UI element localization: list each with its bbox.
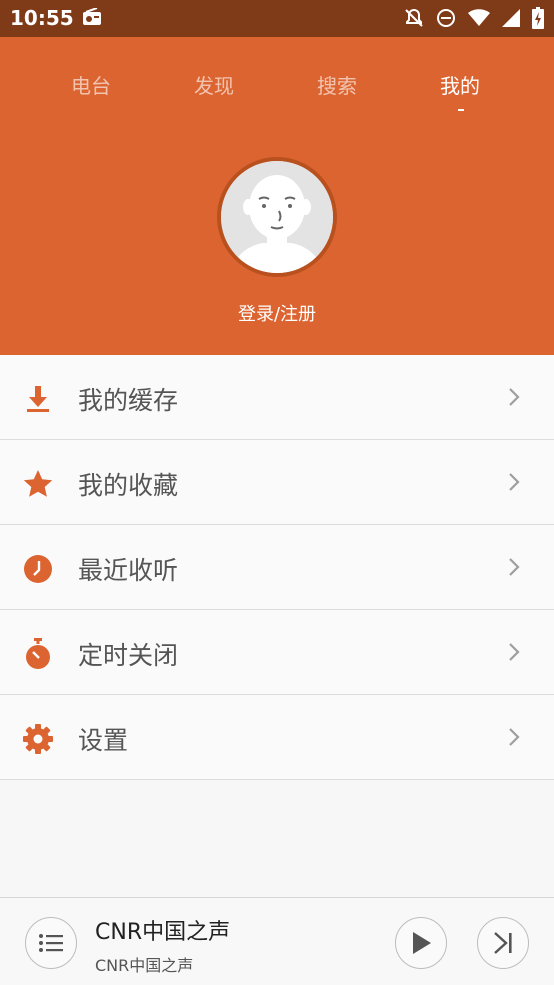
tab-indicator [458,109,464,111]
menu-item-label: 我的缓存 [78,386,179,415]
menu-item-label: 最近收听 [78,556,179,585]
menu-item-cache[interactable]: 我的缓存 [0,355,554,440]
chevron-right-icon [508,472,520,496]
clock-icon [22,553,54,585]
notifications-off-icon [404,8,424,32]
radio-icon [82,7,102,30]
player-subtitle: CNR中国之声 [95,956,194,975]
avatar-placeholder-icon [221,161,333,273]
timer-icon [22,638,54,670]
star-icon [22,468,54,500]
list-icon [39,934,63,952]
playlist-button[interactable] [25,917,77,969]
login-register-link[interactable]: 登录/注册 [0,300,554,326]
menu-item-settings[interactable]: 设置 [0,695,554,780]
menu-item-favorites[interactable]: 我的收藏 [0,440,554,525]
status-time: 10:55 [10,6,74,30]
wifi-icon [468,9,490,31]
menu-list: 我的缓存 我的收藏 最近收听 定时关闭 设置 [0,355,554,780]
player-title: CNR中国之声 [95,920,231,945]
menu-item-label: 我的收藏 [78,471,179,500]
avatar[interactable] [217,157,337,277]
profile-header: 电台 发现 搜索 我的 登录/注册 [0,37,554,355]
menu-item-label: 定时关闭 [78,641,179,670]
download-icon [22,383,54,415]
skip-next-icon [494,932,512,954]
menu-item-recent[interactable]: 最近收听 [0,525,554,610]
play-button[interactable] [395,917,447,969]
do-not-disturb-icon [436,8,456,32]
battery-charging-icon [532,7,544,33]
menu-item-label: 设置 [78,726,129,755]
tab-mine[interactable]: 我的 [440,70,480,99]
status-bar: 10:55 [0,0,554,37]
chevron-right-icon [508,387,520,411]
next-button[interactable] [477,917,529,969]
tab-radio[interactable]: 电台 [71,70,111,99]
tab-search[interactable]: 搜索 [317,70,357,99]
chevron-right-icon [508,557,520,581]
play-icon [413,932,431,954]
gear-icon [22,723,54,755]
chevron-right-icon [508,642,520,666]
chevron-right-icon [508,727,520,751]
tab-discover[interactable]: 发现 [194,70,234,99]
signal-icon [502,9,520,31]
mini-player: CNR中国之声 CNR中国之声 [0,897,554,985]
menu-item-timer[interactable]: 定时关闭 [0,610,554,695]
